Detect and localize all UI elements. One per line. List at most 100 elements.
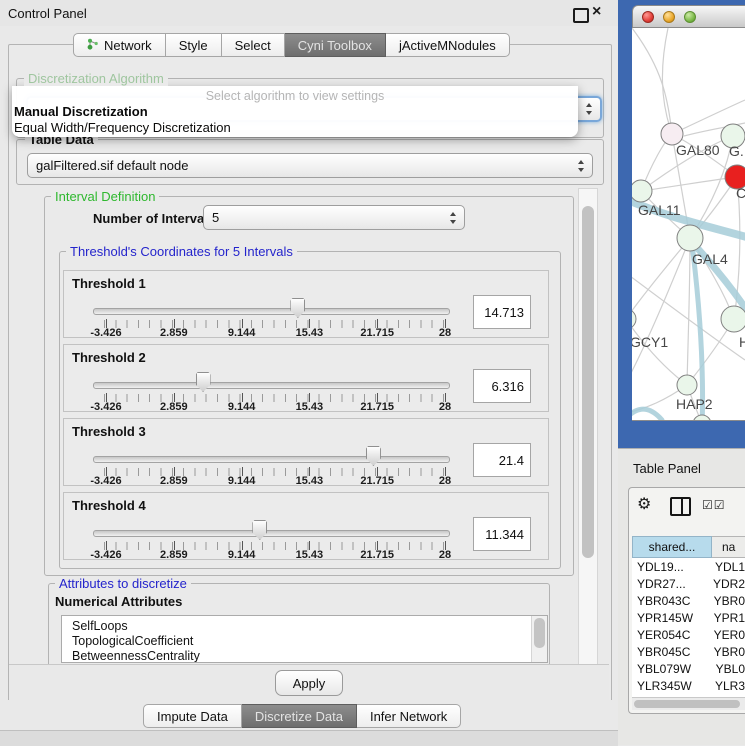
table-cell-shared-name[interactable]: YLR345W (632, 679, 709, 693)
attribute-item[interactable]: TopologicalCoefficient (72, 634, 193, 648)
table-cell-name[interactable]: YPR1 (708, 611, 745, 625)
threshold-value-field[interactable]: 11.344 (473, 517, 531, 551)
table-cell-shared-name[interactable]: YPR145W (632, 611, 708, 625)
number-of-intervals-value: 5 (212, 210, 219, 225)
network-edge-thick[interactable] (692, 244, 703, 420)
tab-select[interactable]: Select (222, 33, 285, 57)
zoom-traffic-light-icon[interactable] (684, 11, 696, 23)
table-row[interactable]: YBL079WYBL0 (632, 660, 745, 677)
network-edge[interactable] (632, 319, 687, 385)
tick-label: 15.43 (281, 327, 337, 339)
table-hscrollbar-thumb[interactable] (634, 700, 740, 708)
minimize-traffic-light-icon[interactable] (663, 11, 675, 23)
threshold-slider-track[interactable] (93, 456, 450, 463)
table-cell-shared-name[interactable]: YDR27... (632, 577, 707, 591)
network-edge-thick[interactable] (632, 409, 662, 420)
tab-discretize-data[interactable]: Discretize Data (242, 704, 357, 728)
table-cell-shared-name[interactable]: YBR043C (632, 594, 708, 608)
table-cell-name[interactable]: YDL1 (709, 560, 745, 574)
attribute-item[interactable]: SelfLoops (72, 619, 128, 633)
network-edge[interactable] (687, 238, 690, 385)
threshold-slider-thumb[interactable] (366, 446, 381, 466)
tick-label: 28 (417, 327, 473, 339)
table-row[interactable]: YLR345WYLR3 (632, 677, 745, 694)
table-hscrollbar[interactable] (632, 697, 745, 710)
network-node-GAL11[interactable] (632, 180, 652, 202)
network-edge[interactable] (662, 28, 672, 134)
table-cell-name[interactable]: YLR3 (709, 679, 745, 693)
table-cell-shared-name[interactable]: YDL19... (632, 560, 709, 574)
gear-icon[interactable]: ⚙ (637, 494, 651, 514)
table-header-name[interactable]: na (712, 536, 745, 558)
dropdown-item-1[interactable]: Manual Discretization (14, 104, 148, 119)
close-icon[interactable]: × (592, 3, 601, 21)
attribute-item[interactable]: BetweennessCentrality (72, 649, 200, 663)
table-cell-shared-name[interactable]: YER054C (632, 628, 708, 642)
tab-infer-network[interactable]: Infer Network (357, 704, 461, 728)
table-header-shared-name[interactable]: shared... (632, 536, 712, 558)
threshold-slider-thumb[interactable] (196, 372, 211, 392)
table-cell-name[interactable]: YBL0 (710, 662, 745, 676)
table-row[interactable]: YDL19...YDL1 (632, 558, 745, 575)
table-cell-shared-name[interactable]: YBL079W (632, 662, 710, 676)
table-header: shared... na (632, 536, 745, 558)
tab-impute-data[interactable]: Impute Data (143, 704, 242, 728)
panel-scrollbar-thumb[interactable] (582, 206, 594, 558)
table-row[interactable]: YBR043CYBR0 (632, 592, 745, 609)
table-cell-name[interactable]: YER0 (708, 628, 745, 642)
tick-label: 2.859 (146, 401, 202, 413)
threshold-slider-track[interactable] (93, 308, 450, 315)
network-node[interactable] (693, 415, 711, 420)
network-node-H[interactable] (721, 306, 745, 332)
table-row[interactable]: YER054CYER0 (632, 626, 745, 643)
apply-button[interactable]: Apply (275, 670, 343, 696)
network-window-titlebar[interactable] (632, 5, 745, 28)
threshold-slider-thumb[interactable] (290, 298, 305, 318)
threshold-label: Threshold 1 (72, 276, 146, 291)
network-node-GCY1[interactable] (632, 309, 636, 329)
network-node-label: GCY1 (632, 334, 668, 350)
list-scrollbar-thumb[interactable] (534, 618, 545, 648)
numerical-attributes-list[interactable]: SelfLoopsTopologicalCoefficientBetweenne… (61, 615, 548, 663)
table-data-combo[interactable]: galFiltered.sif default node (27, 153, 593, 178)
network-edge[interactable] (632, 28, 672, 134)
threshold-value-field[interactable]: 21.4 (473, 443, 531, 477)
network-edge[interactable] (641, 177, 737, 191)
float-window-icon[interactable] (573, 8, 589, 23)
network-node-label: GAL80 (676, 142, 720, 158)
tab-jactivemnodules[interactable]: jActiveMNodules (386, 33, 510, 57)
threshold-slider-track[interactable] (93, 382, 450, 389)
algorithm-dropdown-popup: Select algorithm to view settings Manual… (12, 86, 578, 137)
tab-network[interactable]: Network (73, 33, 166, 57)
threshold-value-field[interactable]: 14.713 (473, 295, 531, 329)
network-node-label: G. (729, 143, 744, 159)
table-cell-name[interactable]: YBR0 (708, 594, 745, 608)
spinner-arrows-icon (450, 212, 457, 224)
table-cell-name[interactable]: YBR0 (708, 645, 745, 659)
tick-label: 21.715 (349, 475, 405, 487)
threshold-slider-track[interactable] (93, 530, 450, 537)
tab-cyni-toolbox[interactable]: Cyni Toolbox (285, 33, 386, 57)
panel-scrollbar[interactable] (578, 188, 598, 698)
table-row[interactable]: YPR145WYPR1 (632, 609, 745, 626)
threshold-label: Threshold 3 (72, 424, 146, 439)
network-node-GAL4[interactable] (677, 225, 703, 251)
split-columns-icon[interactable] (670, 497, 691, 516)
close-traffic-light-icon[interactable] (642, 11, 654, 23)
tab-label: Impute Data (157, 709, 228, 724)
tick-label: 2.859 (146, 549, 202, 561)
list-scrollbar[interactable] (531, 616, 547, 662)
threshold-slider-thumb[interactable] (252, 520, 267, 540)
dropdown-item-2[interactable]: Equal Width/Frequency Discretization (14, 120, 231, 135)
table-cell-shared-name[interactable]: YBR045C (632, 645, 708, 659)
table-row[interactable]: YDR27...YDR2 (632, 575, 745, 592)
network-node-HAP2[interactable] (677, 375, 697, 395)
threshold-value-field[interactable]: 6.316 (473, 369, 531, 403)
select-columns-icon[interactable]: ☑☑ (702, 498, 726, 512)
tick-label: -3.426 (78, 549, 134, 561)
table-cell-name[interactable]: YDR2 (707, 577, 745, 591)
number-of-intervals-combo[interactable]: 5 (203, 205, 465, 230)
table-row[interactable]: YBR045CYBR0 (632, 643, 745, 660)
tab-style[interactable]: Style (166, 33, 222, 57)
network-canvas[interactable]: GAL80G.CGAL11GAL4GCY1HHAP2 (632, 28, 745, 421)
